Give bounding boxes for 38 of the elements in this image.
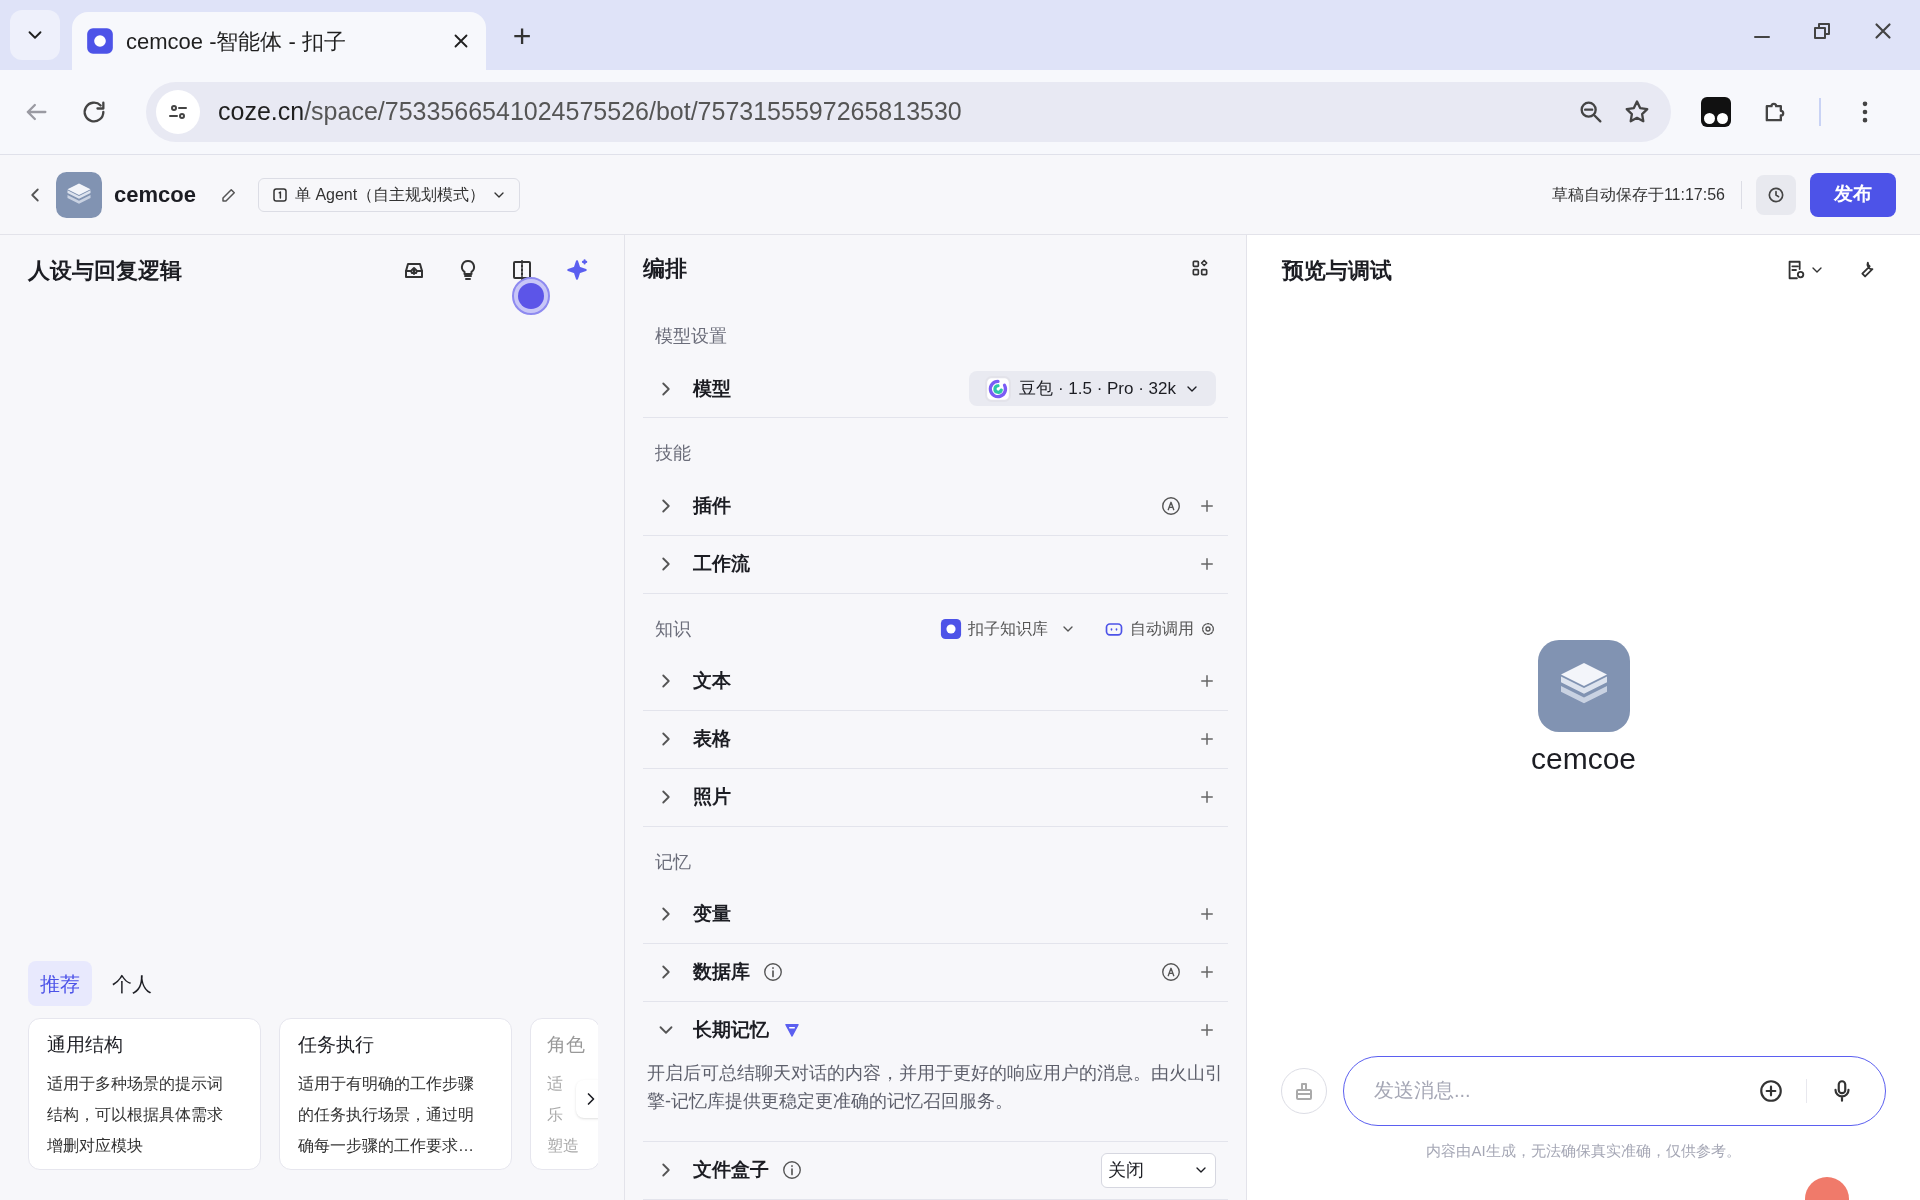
disclaimer-text: 内容由AI生成，无法确保真实准确，仅供参考。	[1425, 1140, 1742, 1161]
browser-tab[interactable]: cemcoe -智能体 - 扣子	[72, 12, 486, 70]
template-card[interactable]: 任务执行 适用于有明确的工作步骤 的任务执行场景，通过明 确每一步骤的工作要求…	[279, 1018, 512, 1170]
row-label[interactable]: 工作流	[693, 549, 750, 579]
model-selector[interactable]: 豆包 · 1.5 · Pro · 32k	[969, 371, 1216, 407]
panel-title: 人设与回复逻辑	[28, 256, 183, 285]
auto-call-button[interactable]: 自动调用	[1104, 617, 1216, 642]
template-card[interactable]: 通用结构 适用于多种场景的提示词 结构，可以根据具体需求 增删对应模块	[28, 1018, 261, 1170]
panel-title: 预览与调试	[1282, 256, 1393, 285]
knowledge-source-dropdown[interactable]: 扣子知识库	[940, 617, 1076, 642]
description-text: 开启后可总结聊天对话的内容，并用于更好的响应用户的消息。由火山引擎-记忆库提供更稳定更准确的记忆召回服务。	[646, 1062, 1224, 1113]
section-title: 模型设置	[655, 325, 728, 349]
row-label[interactable]: 文本	[693, 667, 731, 696]
mode-dropdown[interactable]: 单 Agent（自主规划模式）	[257, 177, 521, 212]
row-label[interactable]: 文件盒子	[693, 1156, 769, 1185]
new-tab-button[interactable]: +	[500, 14, 544, 58]
tab-title: cemcoe -智能体 - 扣子	[126, 27, 348, 56]
template-tab[interactable]: 推荐	[28, 961, 92, 1006]
row-label[interactable]: 表格	[693, 725, 731, 754]
row-label[interactable]: 模型	[693, 374, 731, 404]
autosave-text: 草稿自动保存于11:17:56	[1551, 184, 1725, 205]
status-dropdown[interactable]: 关闭	[1101, 1153, 1216, 1188]
row-label[interactable]: 插件	[693, 491, 731, 521]
row-label[interactable]: 数据库	[693, 958, 750, 987]
bot-name: cemcoe	[114, 181, 196, 209]
row-label[interactable]: 长期记忆	[693, 1016, 769, 1045]
message-input[interactable]: 发送消息...	[1374, 1070, 1736, 1111]
row-label[interactable]: 照片	[693, 783, 731, 812]
panel-title: 编排	[643, 254, 688, 283]
row-label[interactable]: 变量	[693, 900, 731, 929]
section-title: 记忆	[655, 850, 692, 874]
section-title: 技能	[655, 442, 692, 466]
template-tab[interactable]: 个人	[100, 961, 164, 1006]
bot-name: cemcoe	[1530, 740, 1636, 777]
section-title: 知识	[655, 617, 692, 641]
url-text: coze.cn/space/7533566541024575526/bot/7573155597265813530	[218, 96, 963, 128]
address-bar[interactable]: coze.cn/space/7533566541024575526/bot/7573155597265813530	[146, 82, 1671, 142]
publish-button[interactable]: 发布	[1810, 172, 1896, 217]
